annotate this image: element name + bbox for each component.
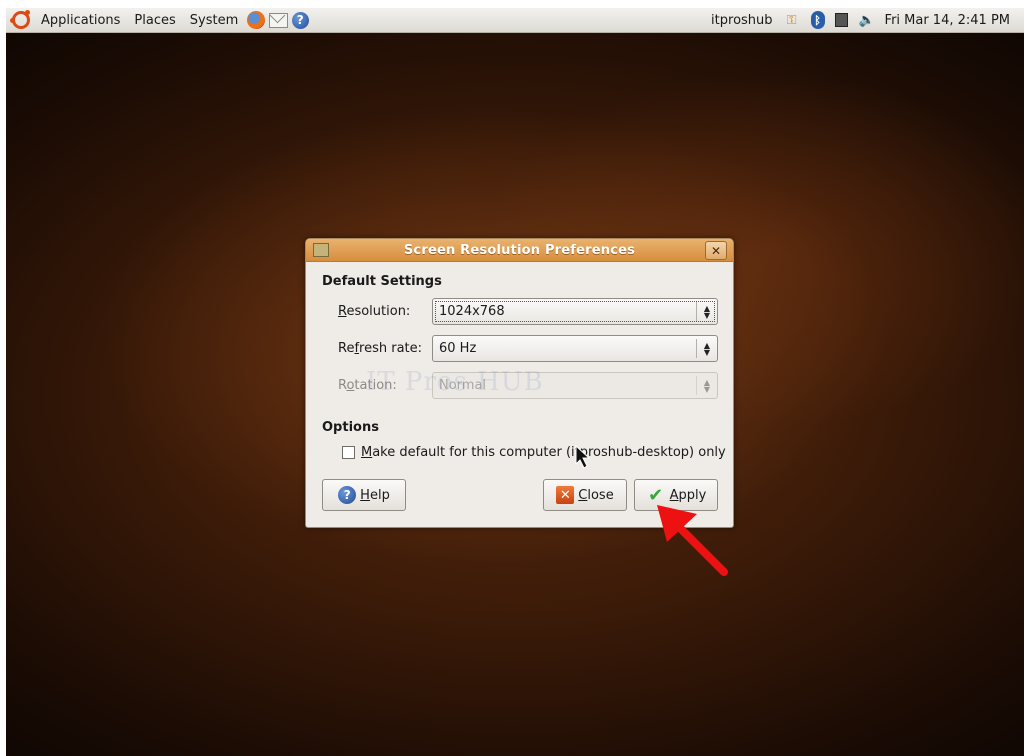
spin-arrows-icon: ▲ ▼: [703, 340, 711, 357]
network-icon: [834, 13, 848, 27]
refresh-rate-label: Refresh rate:: [338, 341, 423, 356]
checkmark-icon: ✔: [648, 484, 664, 506]
ubuntu-logo-icon[interactable]: [10, 10, 30, 29]
help-icon: ?: [291, 11, 309, 29]
help-button[interactable]: ? Help: [322, 479, 406, 511]
dialog-title: Screen Resolution Preferences: [403, 242, 636, 258]
speaker-icon: 🔈: [858, 12, 875, 28]
mail-launcher[interactable]: [268, 10, 288, 30]
apply-button[interactable]: ✔ Apply: [634, 479, 718, 511]
panel-tray: itproshub ⚿ ᛒ 🔈 Fri Mar 14, 2:41 PM: [706, 8, 1024, 32]
close-button-label: Close: [578, 487, 614, 503]
help-button-label: Help: [360, 487, 390, 503]
help-icon: ?: [338, 486, 357, 504]
make-default-option[interactable]: Make default for this computer (itproshu…: [342, 445, 726, 460]
update-notifier[interactable]: ⚿: [778, 8, 806, 32]
dialog-titlebar[interactable]: Screen Resolution Preferences ✕: [306, 239, 733, 262]
places-menu[interactable]: Places: [127, 8, 182, 32]
refresh-rate-select[interactable]: 60 Hz ▲ ▼: [432, 335, 718, 362]
titlebar-close-button[interactable]: ✕: [705, 241, 727, 260]
close-icon: ✕: [556, 486, 575, 504]
default-settings-heading: Default Settings: [322, 274, 442, 289]
firefox-icon: [247, 11, 266, 29]
spin-arrows-icon: ▲ ▼: [703, 377, 711, 394]
refresh-rate-value: 60 Hz: [439, 341, 477, 356]
make-default-label: Make default for this computer (itproshu…: [361, 445, 726, 460]
firefox-launcher[interactable]: [246, 10, 266, 30]
rotation-value: Normal: [439, 378, 487, 393]
mail-icon: [268, 12, 288, 28]
close-button[interactable]: ✕ Close: [543, 479, 627, 511]
applications-menu[interactable]: Applications: [34, 8, 127, 32]
spin-arrows-icon: ▲ ▼: [703, 303, 711, 320]
user-switcher[interactable]: itproshub: [706, 8, 777, 32]
screen-resolution-dialog: Screen Resolution Preferences ✕ Default …: [305, 238, 734, 528]
make-default-checkbox[interactable]: [342, 446, 355, 459]
network-applet[interactable]: [830, 8, 853, 32]
top-panel: Applications Places System ? itproshub ⚿…: [6, 8, 1024, 33]
volume-applet[interactable]: 🔈: [853, 8, 881, 32]
bluetooth-applet[interactable]: ᛒ: [806, 8, 830, 32]
options-heading: Options: [322, 420, 379, 435]
help-launcher[interactable]: ?: [290, 10, 310, 30]
rotation-label: Rotation:: [338, 378, 397, 393]
resolution-label: Resolution:: [338, 304, 411, 319]
bluetooth-icon: ᛒ: [810, 11, 825, 29]
clock[interactable]: Fri Mar 14, 2:41 PM: [881, 13, 1024, 28]
rotation-select: Normal ▲ ▼: [432, 372, 718, 399]
system-menu[interactable]: System: [183, 8, 245, 32]
close-icon: ✕: [710, 243, 722, 258]
apply-button-label: Apply: [669, 487, 707, 503]
resolution-value: 1024x768: [439, 304, 505, 319]
resolution-select[interactable]: 1024x768 ▲ ▼: [432, 298, 718, 325]
key-icon: ⚿: [786, 12, 797, 28]
